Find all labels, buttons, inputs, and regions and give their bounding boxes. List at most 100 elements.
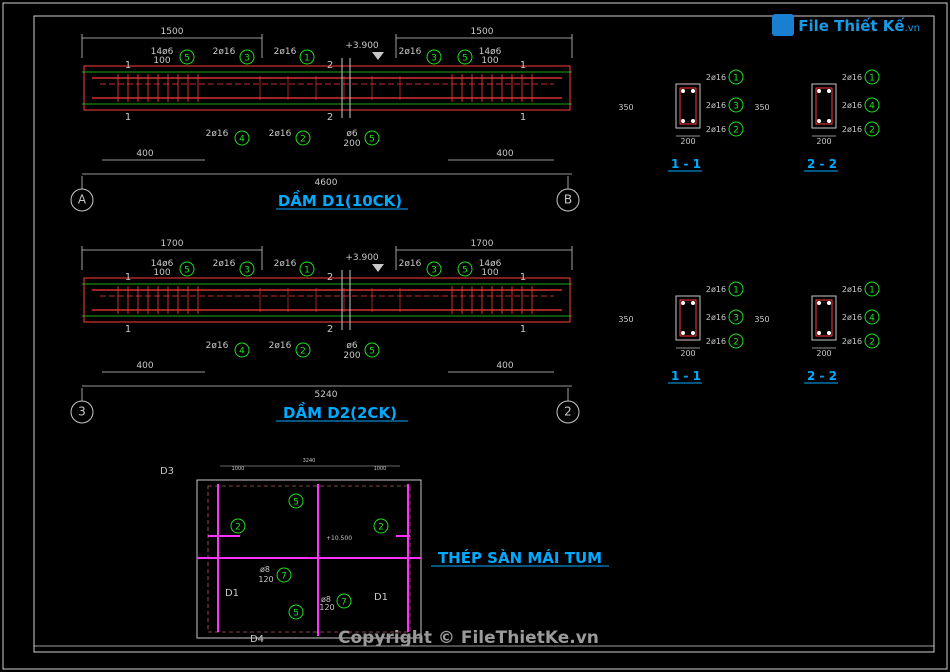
sec-mark-l2: 1: [125, 112, 131, 123]
logo-icon: [772, 14, 795, 36]
rebar-dot: [691, 89, 695, 93]
section-stirrup: [679, 299, 697, 337]
sec-mid: 2ø16: [706, 101, 726, 110]
rebar-dot: [691, 331, 695, 335]
callout-1a-label: 1: [304, 54, 310, 64]
mid-stirrup: ø6: [346, 129, 358, 139]
sec-top: 2ø16: [842, 73, 862, 82]
section-h: 350: [618, 103, 633, 112]
bar3-left: 2ø16: [213, 259, 236, 269]
rebar-dot: [691, 119, 695, 123]
sec-mark-l3: 1: [520, 60, 526, 71]
l-stirrup-sp: 100: [153, 268, 170, 278]
beam-d1: 1500 150011221114ø6100 52ø1632ø161+3.9002ø…: [70, 27, 580, 212]
sec-mark-r: 2: [327, 60, 333, 71]
elev-arrow: [372, 52, 384, 60]
beam-d2: 1700 170011221114ø6100 52ø1632ø161+3.9002ø…: [70, 239, 580, 424]
elevation: +3.900: [345, 41, 379, 51]
rebar-dot: [827, 331, 831, 335]
slab-dim-r: 1000: [374, 466, 387, 472]
slab-plan: 1000324010002 255ø8120 7ø8120 7+10.500D3D1 D…: [160, 458, 609, 645]
sec-mid: 2ø16: [842, 101, 862, 110]
beam-outline: [83, 277, 571, 323]
label-d4: D4: [250, 634, 264, 645]
sec-top: 2ø16: [842, 285, 862, 294]
callout-2-label: 2: [300, 347, 306, 357]
section-h: 350: [754, 103, 769, 112]
beam-title: DẦM D2(2CK): [283, 401, 397, 422]
outer-frame: [2, 2, 948, 670]
slab-sp-b: 120: [319, 603, 334, 612]
mid-sp: 200: [343, 351, 360, 361]
bar4: 2ø16: [206, 341, 229, 351]
slab-dim-l: 1000: [232, 466, 245, 472]
label-d1b: D1: [374, 592, 388, 603]
callout-5b-label: 5: [462, 54, 468, 64]
axis-left-label: A: [78, 193, 87, 207]
rebar-dot: [817, 89, 821, 93]
axis-left-label: 3: [78, 405, 86, 419]
sec-c3-label: 3: [733, 102, 739, 112]
sec-c3-label: 3: [733, 314, 739, 324]
section-stirrup: [679, 87, 697, 125]
bar3-right: 2ø16: [399, 47, 422, 57]
rebar-dot: [817, 301, 821, 305]
label-d3: D3: [160, 466, 174, 477]
rebar-dot: [817, 331, 821, 335]
dim-bl: 400: [136, 149, 153, 159]
section-stirrup: [815, 299, 833, 337]
sec-c2-label: 2: [869, 126, 875, 136]
dim-left: 1700: [161, 239, 184, 249]
sec-c1-label: 1: [733, 286, 739, 296]
beam-title: DẦM D1(10CK): [278, 189, 402, 210]
elevation: +3.900: [345, 253, 379, 263]
rebar-dot: [681, 301, 685, 305]
sections-d2: 350 200 2ø16 1 2ø16 3 2ø16 2 1 - 1 350 200 2ø16 1 2ø1…: [618, 281, 880, 384]
callout-5a-label: 5: [184, 54, 190, 64]
bar3-left: 2ø16: [213, 47, 236, 57]
section-h: 350: [754, 315, 769, 324]
mid-stirrup: ø6: [346, 341, 358, 351]
logo-domain: .vn: [904, 22, 920, 34]
callout-5b-label: 5: [462, 266, 468, 276]
callout-1a-label: 1: [304, 266, 310, 276]
section-b: 200: [816, 349, 831, 358]
sec-bot: 2ø16: [706, 337, 726, 346]
sec-top: 2ø16: [706, 73, 726, 82]
sec-mark-l: 1: [125, 272, 131, 283]
sec-mid: 2ø16: [706, 313, 726, 322]
slab-bar-a: ø8: [260, 565, 270, 574]
bar3-right: 2ø16: [399, 259, 422, 269]
callout-5c-label: 5: [369, 347, 375, 357]
sec-mark-l3: 1: [520, 272, 526, 283]
sec-c2-label: 2: [869, 338, 875, 348]
sec-mark-r: 2: [327, 272, 333, 283]
slab-c5a-label: 5: [293, 498, 299, 508]
axis-right-label: 2: [564, 405, 572, 419]
callout-5c-label: 5: [369, 135, 375, 145]
copyright: Copyright © FileThietKe.vn: [338, 628, 599, 648]
sec-c1-label: 1: [733, 74, 739, 84]
sec-mark-l: 1: [125, 60, 131, 71]
r-stirrup-sp: 100: [481, 268, 498, 278]
sec-c2-label: 2: [733, 338, 739, 348]
sec-top: 2ø16: [706, 285, 726, 294]
sec-c1-label: 1: [869, 286, 875, 296]
logo: File Thiết Kế.vn: [772, 14, 920, 36]
rebar-dot: [681, 89, 685, 93]
dim-right: 1500: [471, 27, 494, 37]
slab-c2b-label: 2: [378, 523, 384, 533]
elev-arrow: [372, 264, 384, 272]
section-b: 200: [816, 137, 831, 146]
slab-c7a-label: 7: [281, 572, 287, 582]
rebar-dot: [817, 119, 821, 123]
beam-outline: [83, 65, 571, 111]
sec-c4-label: 4: [869, 314, 875, 324]
dim-bl: 400: [136, 361, 153, 371]
cad-drawing: 1500 150011221114ø6100 52ø1632ø161+3.9002ø…: [2, 2, 948, 670]
callout-4-label: 4: [239, 135, 245, 145]
sec-c2-label: 2: [733, 126, 739, 136]
logo-brand: File Thiết Kế: [798, 16, 905, 35]
sec-c1-label: 1: [869, 74, 875, 84]
sec-bot: 2ø16: [842, 125, 862, 134]
